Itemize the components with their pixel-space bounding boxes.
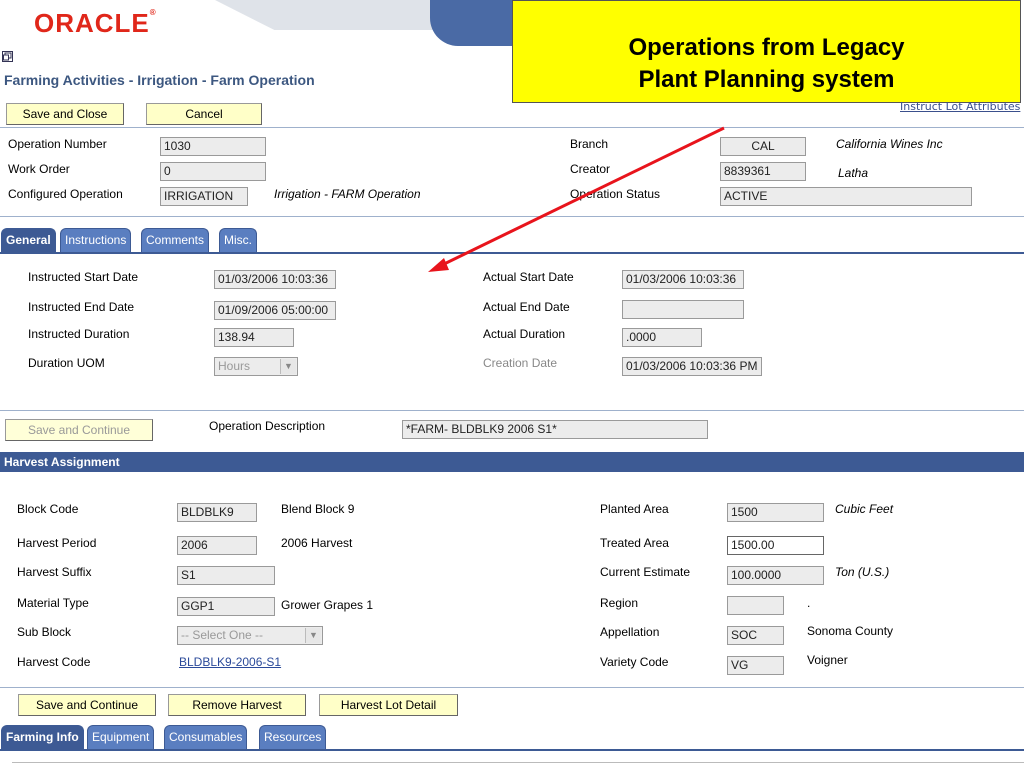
arrow-line — [439, 126, 725, 268]
arrow-head — [428, 258, 449, 272]
callout-arrow — [428, 126, 725, 272]
